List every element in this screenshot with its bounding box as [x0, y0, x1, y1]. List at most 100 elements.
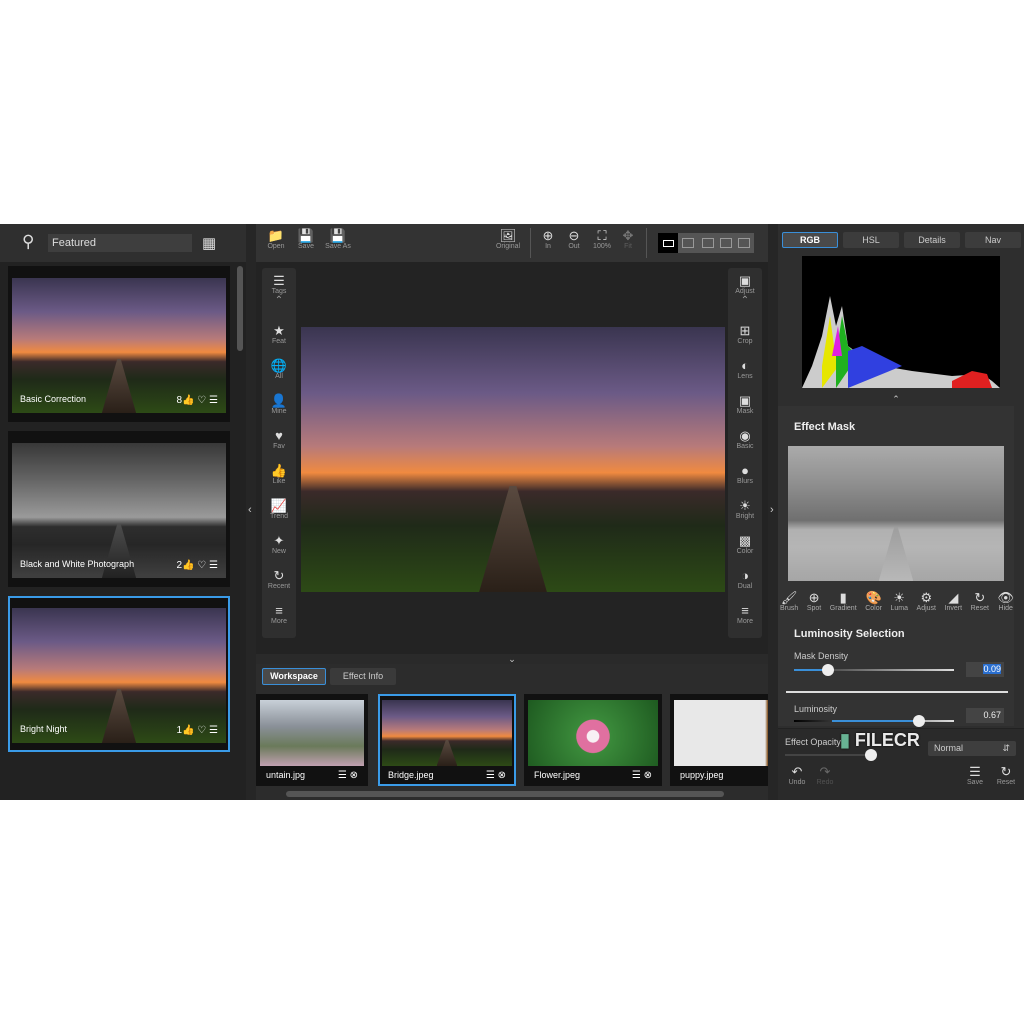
- mask-tool-spot[interactable]: ⊕ Spot: [807, 591, 821, 613]
- heart-icon[interactable]: ♡: [197, 560, 206, 571]
- workspace-file[interactable]: Bridge.jpeg ☰ ⊗: [378, 694, 516, 786]
- tool-crop[interactable]: ⊞ Crop: [728, 324, 762, 359]
- thumbs-up-icon[interactable]: 👍: [182, 560, 194, 571]
- menu-icon[interactable]: ☰: [209, 560, 218, 571]
- mask-tool-luma[interactable]: ☀ Luma: [890, 591, 908, 613]
- view-side-by-side-button[interactable]: [720, 238, 732, 248]
- preset-card[interactable]: Black and White Photograph 2👍 ♡ ☰: [8, 431, 230, 587]
- luminosity-slider[interactable]: [794, 715, 954, 727]
- search-icon[interactable]: ⚲: [22, 232, 34, 252]
- tool-more[interactable]: ≡ More: [728, 604, 762, 639]
- right-collapse-strip[interactable]: ›: [768, 224, 778, 800]
- view-single-button[interactable]: [658, 233, 678, 253]
- mask-tool-adjust[interactable]: ⚙ Adjust: [917, 591, 936, 613]
- mask-tool-gradient[interactable]: ▮ Gradient: [830, 590, 857, 613]
- zoom-in-button[interactable]: ⊕ In: [538, 229, 558, 251]
- save-as-button[interactable]: 💾 Save As: [322, 229, 354, 251]
- tool-fav[interactable]: ♥ Fav: [262, 429, 296, 464]
- close-circle-icon[interactable]: ⊗: [644, 770, 652, 781]
- search-input[interactable]: Featured: [48, 234, 192, 252]
- fit-button[interactable]: ✥ Fit: [618, 229, 638, 251]
- mask-tool-invert[interactable]: ◢ Invert: [945, 591, 963, 613]
- slider-handle[interactable]: [822, 664, 835, 676]
- zoom-out-button[interactable]: ⊖ Out: [564, 229, 584, 251]
- tab-details[interactable]: Details: [904, 232, 960, 248]
- tool-feat[interactable]: ★ Feat: [262, 324, 296, 359]
- left-collapse-strip[interactable]: ‹: [246, 224, 256, 800]
- tool-bright[interactable]: ☀ Bright: [728, 499, 762, 534]
- tab-rgb[interactable]: RGB: [782, 232, 838, 248]
- scrollbar[interactable]: [237, 266, 243, 351]
- chevron-right-icon[interactable]: ›: [770, 504, 774, 516]
- luminosity-input[interactable]: 0.67: [966, 708, 1004, 723]
- chevron-up-icon[interactable]: ⌃: [728, 295, 762, 306]
- tool-all[interactable]: 🌐 All: [262, 359, 296, 394]
- mask-density-input[interactable]: 0.09: [966, 662, 1004, 677]
- mask-tool-color[interactable]: 🎨 Color: [865, 590, 882, 613]
- chevron-down-icon[interactable]: ⌄: [256, 654, 768, 664]
- horizontal-scrollbar[interactable]: [286, 791, 724, 797]
- tool-trend[interactable]: 📈 Trend: [262, 499, 296, 534]
- preset-card[interactable]: Basic Correction 8👍 ♡ ☰: [8, 266, 230, 422]
- preset-list: Basic Correction 8👍 ♡ ☰ Black and White Ph…: [0, 262, 246, 800]
- mask-tool-hide[interactable]: 👁 Hide: [997, 591, 1014, 613]
- view-split-horizontal-button[interactable]: [702, 238, 714, 248]
- tool-mask[interactable]: ▣ Mask: [728, 394, 762, 429]
- heart-icon[interactable]: ♡: [197, 725, 206, 736]
- menu-icon[interactable]: ☰: [486, 770, 495, 781]
- tool-mine[interactable]: 👤 Mine: [262, 394, 296, 429]
- tab-nav[interactable]: Nav: [965, 232, 1021, 248]
- open-button[interactable]: 📁 Open: [264, 229, 288, 251]
- blend-mode-select[interactable]: Normal ⇵: [928, 741, 1016, 756]
- close-circle-icon[interactable]: ⊗: [350, 770, 358, 781]
- reset-button[interactable]: ↻ Reset: [994, 765, 1018, 787]
- chevron-up-icon[interactable]: ⌃: [778, 394, 1014, 406]
- chevron-left-icon[interactable]: ‹: [248, 504, 252, 516]
- view-split-vertical-button[interactable]: [682, 238, 694, 248]
- grid-view-icon[interactable]: ▦: [202, 234, 216, 252]
- heart-icon: ♥: [275, 428, 283, 443]
- view-stacked-button[interactable]: [738, 238, 750, 248]
- undo-button[interactable]: ↶ Undo: [786, 765, 808, 787]
- tool-adjust[interactable]: ▣ Adjust ⌃: [728, 274, 762, 324]
- color-icon: 🎨: [865, 590, 882, 605]
- chevron-up-icon[interactable]: ⌃: [262, 295, 296, 306]
- save-preset-button[interactable]: ☰ Save: [964, 765, 986, 787]
- preset-card[interactable]: Bright Night 1👍 ♡ ☰: [8, 596, 230, 752]
- thumbs-up-icon[interactable]: 👍: [182, 395, 194, 406]
- tool-new[interactable]: ✦ New: [262, 534, 296, 569]
- more-icon: ≡: [741, 603, 749, 618]
- main-photo[interactable]: [301, 327, 725, 592]
- menu-icon[interactable]: ☰: [632, 770, 641, 781]
- menu-icon[interactable]: ☰: [209, 395, 218, 406]
- tool-like[interactable]: 👍 Like: [262, 464, 296, 499]
- workspace-file[interactable]: Flower.jpeg ☰ ⊗: [524, 694, 662, 786]
- thumbs-up-icon[interactable]: 👍: [182, 725, 194, 736]
- save-button[interactable]: 💾 Save: [294, 229, 318, 251]
- mask-tool-reset[interactable]: ↻ Reset: [971, 591, 989, 613]
- workspace-file[interactable]: untain.jpg ☰ ⊗: [256, 694, 368, 786]
- tab-hsl[interactable]: HSL: [843, 232, 899, 248]
- gradient-icon: ▮: [839, 590, 847, 605]
- tool-recent[interactable]: ↻ Recent: [262, 569, 296, 604]
- file-actions: ☰ ⊗: [338, 770, 358, 781]
- heart-icon[interactable]: ♡: [197, 395, 206, 406]
- menu-icon[interactable]: ☰: [338, 770, 347, 781]
- zoom-100-button[interactable]: ⛶ 100%: [590, 229, 614, 251]
- close-circle-icon[interactable]: ⊗: [498, 770, 506, 781]
- tool-tags[interactable]: ☰ Tags ⌃: [262, 274, 296, 324]
- tool-color[interactable]: ▩ Color: [728, 534, 762, 569]
- tool-more[interactable]: ≡ More: [262, 604, 296, 639]
- effect-opacity-slider[interactable]: [785, 749, 877, 761]
- tab-effect-info[interactable]: Effect Info: [330, 668, 396, 685]
- tool-lens[interactable]: ◐ Lens: [728, 359, 762, 394]
- tab-workspace[interactable]: Workspace: [262, 668, 326, 685]
- menu-icon[interactable]: ☰: [209, 725, 218, 736]
- tool-basic[interactable]: ◉ Basic: [728, 429, 762, 464]
- redo-button[interactable]: ↷ Redo: [814, 765, 836, 787]
- tool-blurs[interactable]: ● Blurs: [728, 464, 762, 499]
- mask-tool-brush[interactable]: 🖌 Brush: [780, 591, 798, 613]
- tool-dual[interactable]: ◑ Dual: [728, 569, 762, 604]
- mask-density-slider[interactable]: [794, 664, 954, 676]
- original-button[interactable]: 🖼 Original: [492, 229, 524, 251]
